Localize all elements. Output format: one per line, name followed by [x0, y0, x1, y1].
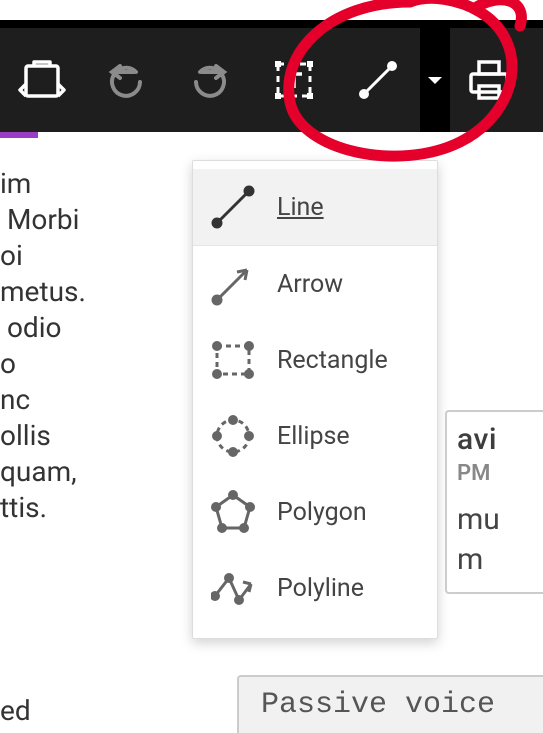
comment-author: avi — [457, 422, 543, 457]
ellipse-icon — [211, 414, 255, 458]
suggestion-text: Passive voice — [261, 688, 495, 722]
chevron-down-icon — [426, 71, 444, 89]
redo-button[interactable] — [168, 28, 252, 132]
comment-text: m — [457, 540, 543, 580]
doc-line: ed — [0, 694, 31, 727]
shape-dropdown-toggle[interactable] — [420, 28, 450, 132]
shape-option-label: Arrow — [277, 270, 343, 299]
clipboard-icon — [18, 56, 66, 104]
line-tool-icon — [354, 56, 402, 104]
rectangle-icon — [211, 338, 255, 382]
doc-line: nc — [0, 382, 190, 418]
shape-option-label: Polygon — [277, 498, 367, 527]
comment-time: PM — [457, 461, 543, 486]
shape-option-arrow[interactable]: Arrow — [193, 246, 437, 322]
toolbar — [0, 28, 543, 132]
shape-option-label: Rectangle — [277, 346, 388, 375]
polygon-icon — [211, 490, 255, 534]
doc-line: ollis — [0, 418, 190, 454]
shape-option-label: Ellipse — [277, 422, 350, 451]
printer-icon — [465, 56, 513, 104]
suggestion-card[interactable]: Passive voice — [237, 675, 543, 733]
active-tab-indicator — [0, 132, 38, 138]
undo-icon — [104, 58, 148, 102]
polyline-icon — [211, 566, 255, 610]
doc-line: oi — [0, 238, 190, 274]
doc-line: quam, — [0, 454, 190, 490]
text-frame-button[interactable] — [252, 28, 336, 132]
doc-line: ttis. — [0, 490, 190, 526]
comment-text: mu — [457, 500, 543, 540]
shape-option-line[interactable]: Line — [193, 169, 437, 245]
window-top-border — [0, 20, 543, 28]
comment-card[interactable]: avi PM mu m — [445, 410, 543, 594]
undo-button[interactable] — [84, 28, 168, 132]
shape-option-rectangle[interactable]: Rectangle — [193, 322, 437, 398]
shape-option-label: Line — [277, 193, 324, 222]
shape-dropdown-menu: Line Arrow Rectangle — [192, 160, 438, 639]
arrow-icon — [211, 262, 255, 306]
printer-button[interactable] — [456, 28, 522, 132]
doc-line: odio — [0, 310, 190, 346]
shape-option-polygon[interactable]: Polygon — [193, 474, 437, 550]
line-icon — [211, 185, 255, 229]
doc-line: Morbi — [0, 202, 190, 238]
line-tool-button[interactable] — [336, 28, 420, 132]
shape-option-label: Polyline — [277, 574, 364, 603]
redo-icon — [188, 58, 232, 102]
doc-line: o — [0, 346, 190, 382]
document-body[interactable]: im Morbi oi metus. odio o nc ollis quam,… — [0, 166, 190, 526]
doc-line: im — [0, 166, 190, 202]
shape-option-polyline[interactable]: Polyline — [193, 550, 437, 626]
shape-option-ellipse[interactable]: Ellipse — [193, 398, 437, 474]
doc-line: metus. — [0, 274, 190, 310]
clipboard-button[interactable] — [0, 28, 84, 132]
text-frame-icon — [270, 56, 318, 104]
